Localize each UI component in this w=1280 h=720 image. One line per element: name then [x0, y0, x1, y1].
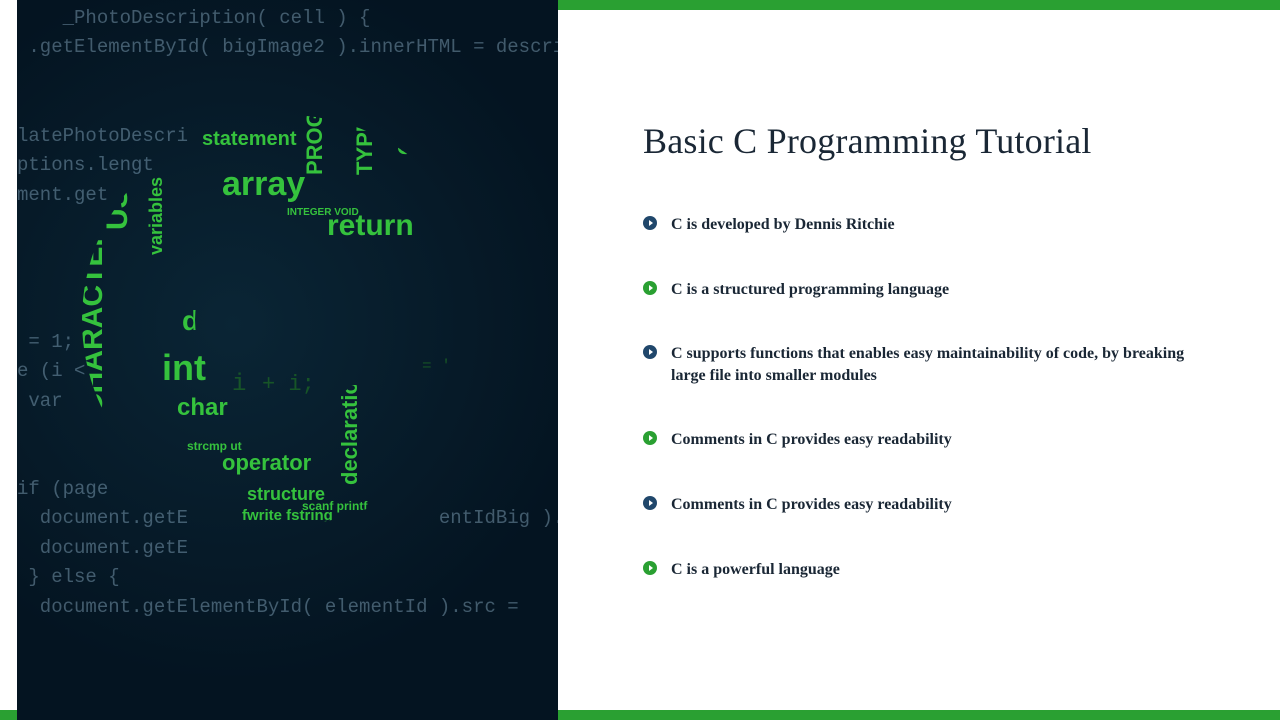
list-item: Comments in C provides easy readability [643, 429, 1228, 451]
bullet-icon [643, 496, 657, 510]
list-item: C supports functions that enables easy m… [643, 343, 1228, 386]
list-item-text: C is developed by Dennis Ritchie [671, 214, 895, 236]
bullet-list: C is developed by Dennis Ritchie C is a … [643, 214, 1228, 580]
list-item-text: Comments in C provides easy readability [671, 494, 952, 516]
bullet-icon [643, 345, 657, 359]
bullet-icon [643, 281, 657, 295]
bullet-icon [643, 561, 657, 575]
bullet-icon [643, 216, 657, 230]
list-item-text: Comments in C provides easy readability [671, 429, 952, 451]
list-item: C is developed by Dennis Ritchie [643, 214, 1228, 236]
list-item: C is a structured programming language [643, 279, 1228, 301]
hero-image-panel: _PhotoDescription( cell ) { .getElementB… [17, 0, 558, 720]
slide-title: Basic C Programming Tutorial [643, 120, 1228, 162]
svg-text:i: i [232, 371, 246, 398]
list-item-text: C is a structured programming language [671, 279, 949, 301]
list-item: C is a powerful language [643, 559, 1228, 581]
svg-text:= ': = ' [422, 357, 451, 375]
list-item-text: C supports functions that enables easy m… [671, 343, 1201, 386]
list-item: Comments in C provides easy readability [643, 494, 1228, 516]
svg-text:+ i;: + i; [262, 372, 315, 397]
c-wordcloud-icon: POINTER USED CHARACTER statement array T… [72, 105, 502, 535]
list-item-text: C is a powerful language [671, 559, 840, 581]
content-panel: Basic C Programming Tutorial C is develo… [558, 0, 1280, 720]
bullet-icon [643, 431, 657, 445]
